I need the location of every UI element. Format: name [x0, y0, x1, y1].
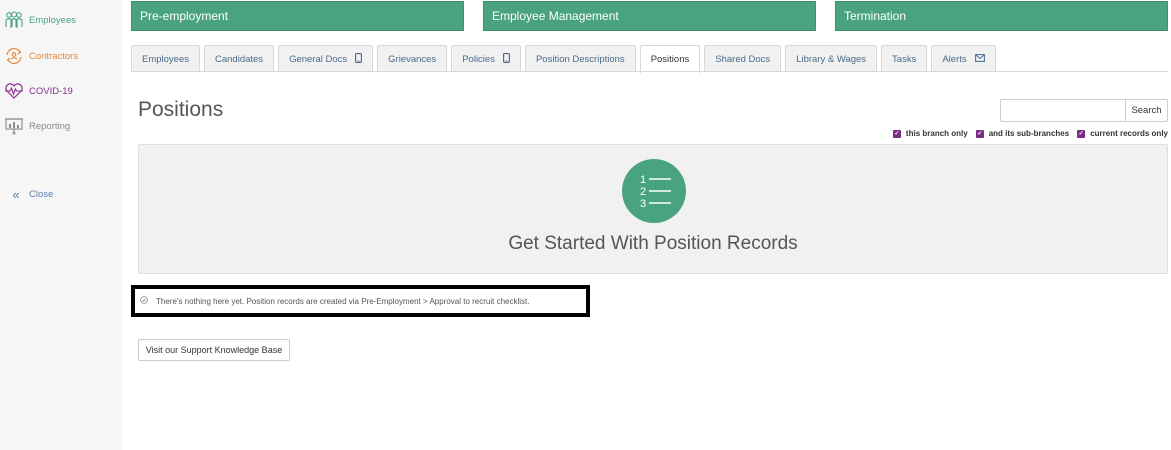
page-title: Positions [138, 98, 224, 121]
record-filters: ✓ this branch only ✓ and its sub-branche… [885, 129, 1168, 138]
filter-label: and its sub-branches [988, 129, 1070, 138]
tab-position-descriptions[interactable]: Position Descriptions [524, 45, 636, 72]
tab-alerts[interactable]: Alerts [931, 45, 996, 72]
tab-label: Candidates [215, 53, 264, 65]
checkbox-checked-icon[interactable]: ✓ [975, 129, 984, 138]
employees-icon [4, 10, 24, 30]
report-icon [4, 116, 24, 136]
numbered-list-icon: 1 2 3 [622, 159, 686, 223]
envelope-icon [974, 53, 985, 65]
sidebar-item-covid[interactable]: COVID-19 [4, 80, 73, 102]
list-number: 2 [640, 186, 646, 198]
sidebar-item-label: Contractors [29, 50, 79, 62]
sidebar-item-reporting[interactable]: Reporting [4, 115, 70, 137]
tab-library-wages[interactable]: Library & Wages [785, 45, 878, 72]
filter-label: this branch only [905, 129, 968, 138]
mobile-icon [355, 52, 363, 66]
list-number: 1 [640, 174, 646, 186]
double-chevron-left-icon: « [12, 186, 20, 202]
section-termination[interactable]: Termination [835, 1, 1168, 31]
empty-state-title: Get Started With Position Records [508, 233, 798, 254]
empty-notice: There's nothing here yet. Position recor… [131, 285, 590, 317]
section-employee-management[interactable]: Employee Management [483, 1, 816, 31]
notice-text: There's nothing here yet. Position recor… [156, 296, 530, 306]
tab-candidates[interactable]: Candidates [204, 45, 275, 72]
checkbox-checked-icon[interactable]: ✓ [1077, 129, 1086, 138]
sidebar-item-label: COVID-19 [29, 85, 73, 97]
sidebar-item-contractors[interactable]: Contractors [4, 45, 78, 67]
support-knowledge-base-button[interactable]: Visit our Support Knowledge Base [138, 339, 290, 361]
tab-label: Alerts [942, 53, 967, 65]
checkbox-checked-icon[interactable]: ✓ [892, 129, 901, 138]
tab-label: Position Descriptions [535, 53, 625, 65]
tab-policies[interactable]: Policies [451, 45, 521, 72]
sidebar-item-label: Reporting [29, 120, 71, 132]
filter-sub-branches[interactable]: ✓ and its sub-branches [975, 129, 1070, 138]
heartbeat-icon [4, 81, 24, 101]
tab-label: General Docs [289, 53, 348, 65]
sidebar-close-button[interactable]: « Close [9, 183, 53, 205]
filter-label: current records only [1090, 129, 1168, 138]
tab-positions[interactable]: Positions [639, 45, 701, 73]
tab-grievances[interactable]: Grievances [377, 45, 448, 72]
close-label: Close [29, 188, 54, 200]
filter-current-records-only[interactable]: ✓ current records only [1077, 129, 1168, 138]
search-button[interactable]: Search [1125, 99, 1168, 122]
mobile-icon [503, 52, 510, 66]
list-number: 3 [640, 198, 646, 210]
tab-tasks[interactable]: Tasks [881, 45, 928, 72]
check-circle-icon [140, 296, 148, 306]
tab-label: Shared Docs [715, 53, 771, 65]
tab-shared-docs[interactable]: Shared Docs [704, 45, 782, 72]
search-input[interactable] [1000, 99, 1126, 122]
contractors-icon [4, 46, 24, 66]
tab-label: Library & Wages [796, 53, 867, 65]
section-pre-employment[interactable]: Pre-employment [131, 1, 464, 31]
tab-general-docs[interactable]: General Docs [278, 45, 374, 72]
sidebar-item-label: Employees [29, 14, 76, 26]
tab-label: Employees [142, 53, 189, 65]
filter-this-branch-only[interactable]: ✓ this branch only [892, 129, 968, 138]
tab-label: Positions [650, 54, 690, 65]
tab-bar: Employees Candidates General Docs Grieva… [131, 45, 1000, 73]
empty-state-panel: 1 2 3 Get Started With Position Records [138, 144, 1168, 274]
tab-label: Policies [462, 53, 495, 65]
tab-divider [131, 71, 1168, 72]
tab-employees[interactable]: Employees [131, 45, 200, 72]
sidebar-item-employees[interactable]: Employees [4, 9, 76, 31]
tab-label: Tasks [892, 53, 917, 65]
sidebar: Employees Contractors COVID-19 Reporting… [0, 0, 122, 450]
tab-label: Grievances [388, 53, 437, 65]
